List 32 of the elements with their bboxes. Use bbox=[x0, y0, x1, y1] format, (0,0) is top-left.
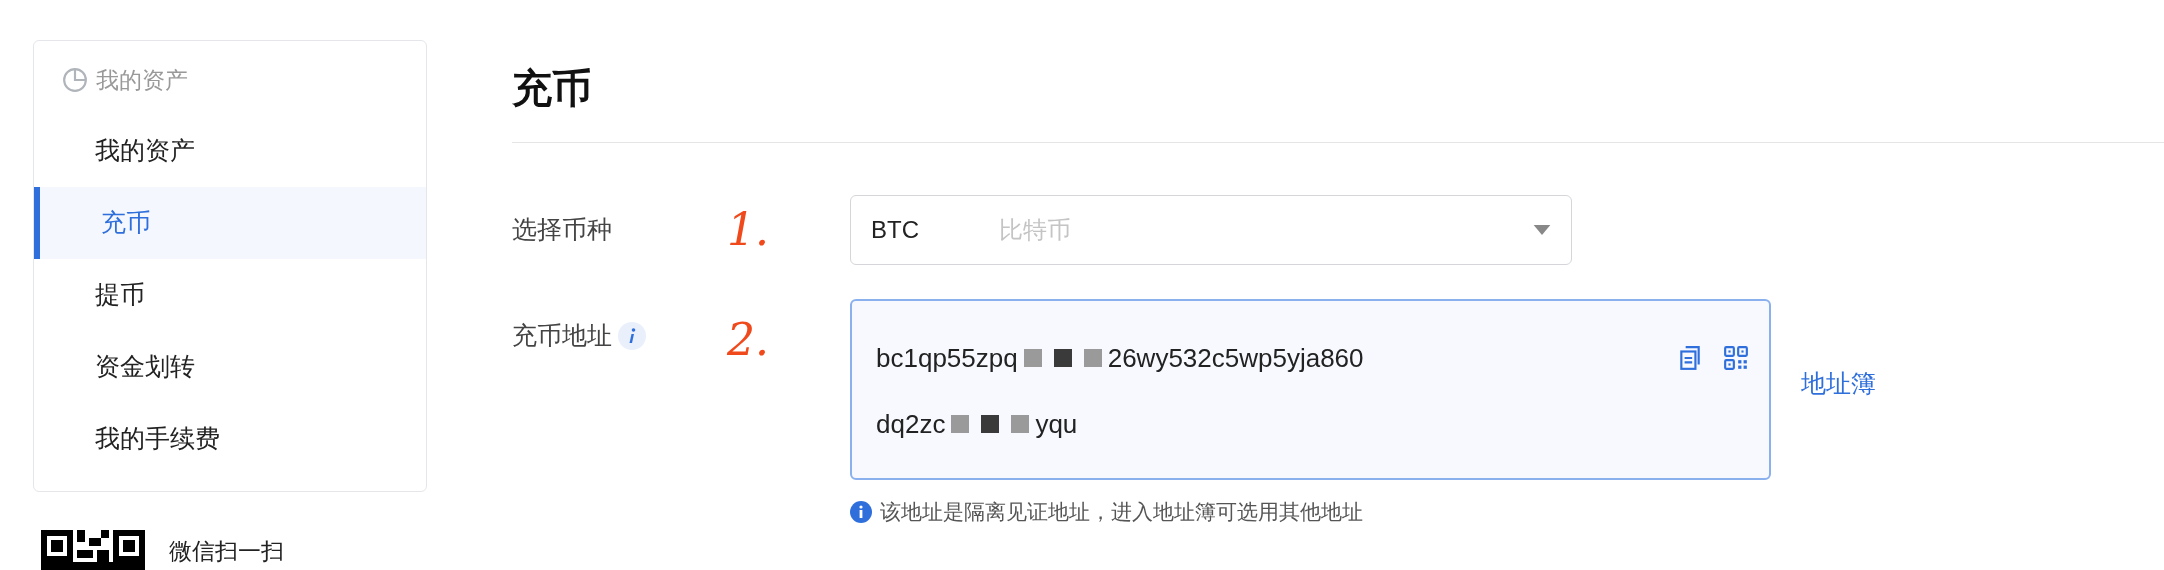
sidebar-item[interactable]: 我的资产 bbox=[34, 115, 426, 187]
copy-icon[interactable] bbox=[1677, 345, 1703, 371]
field-label: 充币地址 bbox=[512, 320, 612, 351]
sidebar-group-title: 我的资产 bbox=[96, 65, 188, 95]
hint-text: 该地址是隔离见证地址，进入地址簿可选用其他地址 bbox=[880, 499, 1363, 525]
pie-chart-icon bbox=[62, 67, 88, 93]
address-book-link[interactable]: 地址簿 bbox=[1801, 365, 1876, 403]
page-title: 充币 bbox=[512, 65, 593, 112]
sidebar-item[interactable]: 我的手续费 bbox=[34, 403, 426, 475]
address-text: dq2zc bbox=[876, 408, 946, 441]
caret-icon bbox=[1533, 225, 1551, 235]
qr-code-icon bbox=[41, 530, 145, 570]
redaction-mark bbox=[1053, 349, 1072, 367]
redaction-mark bbox=[1083, 349, 1102, 367]
redaction-mark bbox=[1023, 349, 1042, 367]
sidebar-item[interactable]: 资金划转 bbox=[34, 331, 426, 403]
address-text: 26wy532c5wp5yja860 bbox=[1107, 342, 1364, 375]
currency-select[interactable]: BTC 比特币 bbox=[850, 195, 1572, 265]
sidebar-item[interactable]: 充币 bbox=[34, 187, 426, 259]
annotation-mark: 2. bbox=[727, 313, 770, 367]
qr-code-icon bbox=[1723, 345, 1749, 371]
qr-caption: 微信扫一扫 bbox=[169, 537, 284, 566]
address-text: bc1qp55zpq bbox=[876, 342, 1018, 375]
field-label: 选择币种 bbox=[512, 214, 613, 246]
redaction-mark bbox=[951, 415, 970, 433]
info-icon bbox=[850, 500, 872, 523]
sidebar-item[interactable]: 提币 bbox=[34, 259, 426, 331]
redaction-mark bbox=[981, 415, 1000, 433]
address-text: yqu bbox=[1035, 408, 1078, 441]
redaction-mark bbox=[1011, 415, 1030, 433]
info-icon bbox=[618, 321, 646, 350]
annotation-mark: 1. bbox=[727, 203, 770, 257]
